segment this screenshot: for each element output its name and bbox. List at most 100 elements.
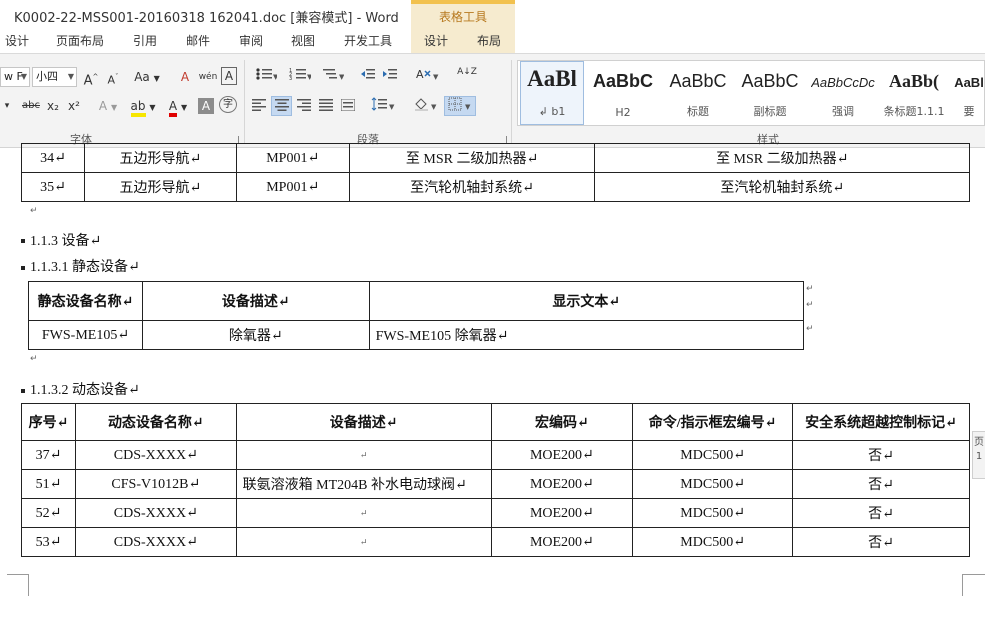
justify-button[interactable] (317, 97, 335, 117)
tab-references[interactable]: 引用 (133, 32, 157, 49)
table-cell[interactable]: MDC500↵ (632, 498, 794, 528)
table-cell[interactable]: MP001↵ (235, 172, 350, 202)
table-cell[interactable]: 联氨溶液箱 MT204B 补水电动球阀↵ (235, 469, 492, 499)
phonetic-guide-button[interactable]: wén (198, 67, 218, 87)
table-cell[interactable]: 除氧器↵ (141, 320, 370, 350)
table-cell[interactable]: MOE200↵ (490, 527, 634, 557)
table-cell[interactable]: 51↵ (21, 469, 76, 499)
multilevel-list-button[interactable]: ▼ (318, 67, 348, 87)
table-cell[interactable]: MDC500↵ (632, 440, 794, 470)
top-table[interactable]: 34↵ 五边形导航↵ MP001↵ 至 MSR 二级加热器↵ 至 MSR 二级加… (21, 143, 970, 202)
column-header[interactable]: 命令/指示框宏编号↵ (632, 403, 794, 441)
table-cell[interactable]: 至 MSR 二级加热器↵ (348, 143, 596, 173)
tab-page-layout[interactable]: 页面布局 (56, 32, 104, 49)
decrease-indent-button[interactable] (358, 67, 378, 87)
tab-view[interactable]: 视图 (291, 32, 315, 49)
char-shading-button[interactable]: A (198, 98, 214, 114)
change-case-button[interactable]: Aa ▼ (133, 67, 161, 87)
column-header[interactable]: 显示文本↵ (368, 281, 805, 321)
table-cell[interactable]: 至 MSR 二级加热器↵ (594, 143, 970, 173)
table-cell[interactable]: ↵ (235, 440, 492, 470)
align-center-button[interactable] (271, 96, 292, 116)
font-name-combo[interactable]: w F ▼ (0, 67, 30, 87)
page-side-tab[interactable]: 页 1 (972, 431, 985, 479)
table-cell[interactable]: ↵ (235, 527, 492, 557)
table-cell[interactable]: FWS-ME105 除氧器↵ (368, 320, 805, 350)
dynamic-equipment-table[interactable]: 序号↵ 动态设备名称↵ 设备描述↵ 宏编码↵ 命令/指示框宏编号↵ 安全系统超越… (21, 403, 970, 557)
table-cell[interactable]: 52↵ (21, 498, 76, 528)
text-effects-button[interactable]: A ▼ (95, 96, 121, 116)
strikethrough-button[interactable]: abc (20, 96, 42, 116)
enclose-char-button[interactable]: 字 (219, 96, 237, 113)
tab-review[interactable]: 审阅 (239, 32, 263, 49)
line-spacing-button[interactable]: ▼ (369, 97, 397, 117)
heading-1-1-3[interactable]: 1.1.3 设备↵ (30, 230, 101, 250)
style-clause-title[interactable]: AaBb( 条标题1.1.1 (879, 61, 949, 125)
column-header[interactable]: 宏编码↵ (490, 403, 634, 441)
align-right-button[interactable] (295, 97, 313, 117)
heading-1-1-3-2[interactable]: 1.1.3.2 动态设备↵ (30, 379, 140, 399)
style-h2[interactable]: AaBbC H2 (590, 61, 656, 125)
borders-button[interactable]: ▼ (444, 96, 476, 116)
table-cell[interactable]: 五边形导航↵ (83, 143, 237, 173)
table-cell[interactable]: 37↵ (21, 440, 76, 470)
font-more-arrow-icon[interactable]: ▾ (0, 96, 14, 116)
subscript-button[interactable]: x₂ (45, 96, 61, 116)
table-cell[interactable]: 至汽轮机轴封系统↵ (594, 172, 970, 202)
heading-1-1-3-1[interactable]: 1.1.3.1 静态设备↵ (30, 256, 140, 276)
table-cell[interactable]: MDC500↵ (632, 527, 794, 557)
tab-mailings[interactable]: 邮件 (186, 32, 210, 49)
bullets-button[interactable]: ▼ (251, 67, 281, 87)
table-cell[interactable]: MDC500↵ (632, 469, 794, 499)
font-color-button[interactable]: A ▼ (164, 96, 192, 117)
table-cell[interactable]: CDS-XXXX↵ (74, 498, 237, 528)
superscript-button[interactable]: x² (66, 96, 82, 116)
table-cell[interactable]: MOE200↵ (490, 469, 634, 499)
style-more[interactable]: AaBl 要 (954, 61, 984, 125)
table-cell[interactable]: MOE200↵ (490, 440, 634, 470)
highlight-button[interactable]: ab ▼ (128, 96, 158, 117)
tab-design[interactable]: 设计 (5, 32, 29, 49)
tab-table-design[interactable]: 设计 (424, 32, 448, 49)
static-equipment-table[interactable]: 静态设备名称↵ 设备描述↵ 显示文本↵ FWS-ME105↵ 除氧器↵ FWS-… (28, 281, 805, 350)
table-cell[interactable]: 否↵ (792, 440, 970, 470)
column-header[interactable]: 设备描述↵ (141, 281, 370, 321)
table-cell[interactable]: 34↵ (21, 143, 85, 173)
increase-indent-button[interactable] (380, 67, 400, 87)
table-cell[interactable]: MP001↵ (235, 143, 350, 173)
sort-button[interactable]: A↓Z (456, 67, 478, 87)
numbering-button[interactable]: 1 2 3 ▼ (285, 67, 315, 87)
table-cell[interactable]: 53↵ (21, 527, 76, 557)
tab-table-layout[interactable]: 布局 (477, 32, 501, 49)
distributed-button[interactable] (339, 97, 357, 117)
table-cell[interactable]: CDS-XXXX↵ (74, 527, 237, 557)
style-title[interactable]: AaBbC 标题 (663, 61, 733, 125)
shading-button[interactable]: ▼ (411, 97, 441, 117)
table-cell[interactable]: MOE200↵ (490, 498, 634, 528)
column-header[interactable]: 静态设备名称↵ (28, 281, 143, 321)
align-left-button[interactable] (250, 97, 268, 117)
style-b1[interactable]: AaBl ↲ b1 (520, 61, 584, 125)
column-header[interactable]: 动态设备名称↵ (74, 403, 237, 441)
char-border-button[interactable]: A (221, 67, 237, 85)
table-cell[interactable]: 五边形导航↵ (83, 172, 237, 202)
style-subtitle[interactable]: AaBbC 副标题 (735, 61, 805, 125)
column-header[interactable]: 设备描述↵ (235, 403, 492, 441)
document-area[interactable]: 34↵ 五边形导航↵ MP001↵ 至 MSR 二级加热器↵ 至 MSR 二级加… (0, 143, 985, 628)
font-size-combo[interactable]: 小四 ▼ (32, 67, 77, 87)
table-cell[interactable]: 至汽轮机轴封系统↵ (348, 172, 596, 202)
table-cell[interactable]: 35↵ (21, 172, 85, 202)
table-cell[interactable]: CDS-XXXX↵ (74, 440, 237, 470)
table-cell[interactable]: FWS-ME105↵ (28, 320, 143, 350)
table-cell[interactable]: CFS-V1012B↵ (74, 469, 237, 499)
tab-developer[interactable]: 开发工具 (344, 32, 392, 49)
chinese-layout-button[interactable]: A ▼ (413, 67, 443, 87)
table-cell[interactable]: 否↵ (792, 469, 970, 499)
clear-format-button[interactable]: A (176, 67, 194, 87)
style-emphasis[interactable]: AaBbCcDc 强调 (811, 61, 875, 125)
column-header[interactable]: 安全系统超越控制标记↵ (792, 403, 970, 441)
grow-font-button[interactable]: A^ (83, 67, 99, 88)
shrink-font-button[interactable]: Aˇ (105, 67, 121, 87)
column-header[interactable]: 序号↵ (21, 403, 76, 441)
table-cell[interactable]: ↵ (235, 498, 492, 528)
